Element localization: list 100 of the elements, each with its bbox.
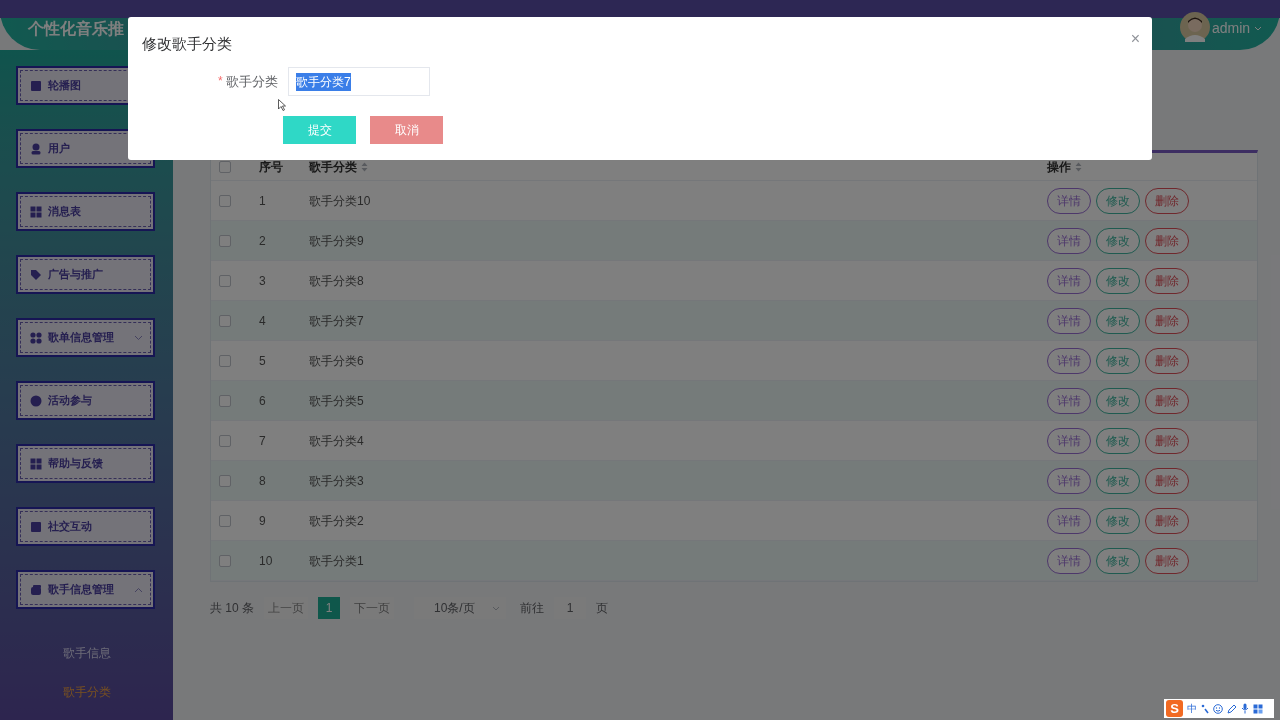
stack-icon [30, 583, 42, 596]
total-count: 共 10 条 [210, 600, 254, 617]
edit-button[interactable]: 修改 [1096, 507, 1140, 534]
menu-item[interactable]: 活动参与 [16, 381, 155, 420]
delete-button[interactable]: 删除 [1145, 227, 1189, 254]
table-cell-text: 6 [259, 392, 267, 410]
menu-item[interactable]: 歌手信息管理 [16, 570, 155, 609]
square-icon [30, 520, 42, 533]
details-button[interactable]: 详情 [1047, 507, 1091, 534]
row-checkbox[interactable] [219, 434, 231, 447]
table-cell-text: 歌手分类10 [309, 192, 372, 210]
delete-button[interactable]: 删除 [1145, 267, 1189, 294]
circle-icon [30, 394, 42, 407]
table-cell-text: 8 [259, 472, 267, 490]
person-icon [30, 142, 42, 155]
table-cell-text: 10 [259, 552, 274, 570]
details-button[interactable]: 详情 [1047, 347, 1091, 374]
edit-button[interactable]: 修改 [1096, 547, 1140, 574]
details-button[interactable]: 详情 [1047, 467, 1091, 494]
details-button[interactable]: 详情 [1047, 547, 1091, 574]
row-checkbox[interactable] [219, 514, 231, 527]
details-button[interactable]: 详情 [1047, 307, 1091, 334]
ime-logo[interactable]: S [1166, 700, 1183, 717]
tag-icon [30, 268, 42, 281]
delete-button[interactable]: 删除 [1145, 307, 1189, 334]
table-cell-text: 9 [259, 512, 267, 530]
edit-button[interactable]: 修改 [1096, 427, 1140, 454]
column-header: 序号 [259, 158, 283, 176]
edit-button[interactable]: 修改 [1096, 307, 1140, 334]
details-button[interactable]: 详情 [1047, 387, 1091, 414]
menu-item[interactable]: 消息表 [16, 192, 155, 231]
punctuation-icon [1201, 703, 1209, 714]
table-cell-text: 歌手分类6 [309, 352, 365, 370]
row-checkbox[interactable] [219, 234, 231, 247]
delete-button[interactable]: 删除 [1145, 507, 1189, 534]
table-cell-text: 3 [259, 272, 267, 290]
column-header: 歌手分类 [309, 158, 357, 176]
delete-button[interactable]: 删除 [1145, 387, 1189, 414]
menu-item[interactable]: 帮助与反馈 [16, 444, 155, 483]
sort-icon [361, 161, 368, 172]
delete-button[interactable]: 删除 [1145, 347, 1189, 374]
cursor-icon [278, 99, 286, 111]
ime-mode[interactable]: 中 [1187, 701, 1197, 716]
details-button[interactable]: 详情 [1047, 227, 1091, 254]
table-cell-text: 歌手分类3 [309, 472, 365, 490]
table-cell-text: 歌手分类9 [309, 232, 365, 250]
close-button[interactable]: × [1130, 31, 1140, 47]
grid-icon [30, 457, 42, 470]
menu-item[interactable]: 社交互动 [16, 507, 155, 546]
grid-icon [1253, 703, 1263, 714]
submit-button[interactable]: 提交 [283, 116, 356, 144]
row-checkbox[interactable] [219, 554, 231, 567]
table-cell-text: 2 [259, 232, 267, 250]
edit-button[interactable]: 修改 [1096, 227, 1140, 254]
caret-icon [492, 605, 500, 611]
menu-item[interactable]: 广告与推广 [16, 255, 155, 294]
grid-icon [30, 205, 42, 218]
delete-button[interactable]: 删除 [1145, 187, 1189, 214]
chevron-down-icon [134, 334, 143, 341]
page-button[interactable]: 1 [318, 597, 340, 619]
table-cell-text: 歌手分类2 [309, 512, 365, 530]
field-label: 歌手分类 [225, 73, 278, 91]
column-header: 操作 [1047, 158, 1071, 176]
user-menu[interactable]: admin [1212, 18, 1263, 39]
caret-icon [1254, 25, 1263, 32]
table-cell-text: 歌手分类7 [309, 312, 365, 330]
row-checkbox[interactable] [219, 394, 231, 407]
input-field[interactable]: 歌手分类7 [288, 67, 430, 96]
clover-icon [30, 331, 42, 344]
emoji-icon [1213, 703, 1223, 714]
goto-suffix: 页 [596, 600, 608, 617]
edit-button[interactable]: 修改 [1096, 387, 1140, 414]
square-icon [30, 79, 42, 92]
cancel-button[interactable]: 取消 [370, 116, 443, 144]
delete-button[interactable]: 删除 [1145, 427, 1189, 454]
details-button[interactable]: 详情 [1047, 427, 1091, 454]
row-checkbox[interactable] [219, 194, 231, 207]
table-cell-text: 歌手分类4 [309, 432, 365, 450]
edit-button[interactable]: 修改 [1096, 267, 1140, 294]
row-checkbox[interactable] [219, 274, 231, 287]
table-cell-text: 4 [259, 312, 267, 330]
edit-button[interactable]: 修改 [1096, 187, 1140, 214]
details-button[interactable]: 详情 [1047, 187, 1091, 214]
delete-button[interactable]: 删除 [1145, 467, 1189, 494]
submenu-item[interactable]: 歌手分类 [16, 672, 157, 711]
table-cell-text: 歌手分类8 [309, 272, 365, 290]
row-checkbox[interactable] [219, 314, 231, 327]
select-all-checkbox[interactable] [219, 160, 231, 173]
menu-item[interactable]: 歌单信息管理 [16, 318, 155, 357]
row-checkbox[interactable] [219, 354, 231, 367]
avatar-icon [1180, 12, 1210, 42]
edit-button[interactable]: 修改 [1096, 467, 1140, 494]
row-checkbox[interactable] [219, 474, 231, 487]
delete-button[interactable]: 删除 [1145, 547, 1189, 574]
dialog-title: 修改歌手分类 [142, 34, 232, 54]
microphone-icon [1241, 703, 1249, 714]
required-mark: * [218, 73, 223, 90]
details-button[interactable]: 详情 [1047, 267, 1091, 294]
goto-label: 前往 [520, 600, 544, 617]
edit-button[interactable]: 修改 [1096, 347, 1140, 374]
